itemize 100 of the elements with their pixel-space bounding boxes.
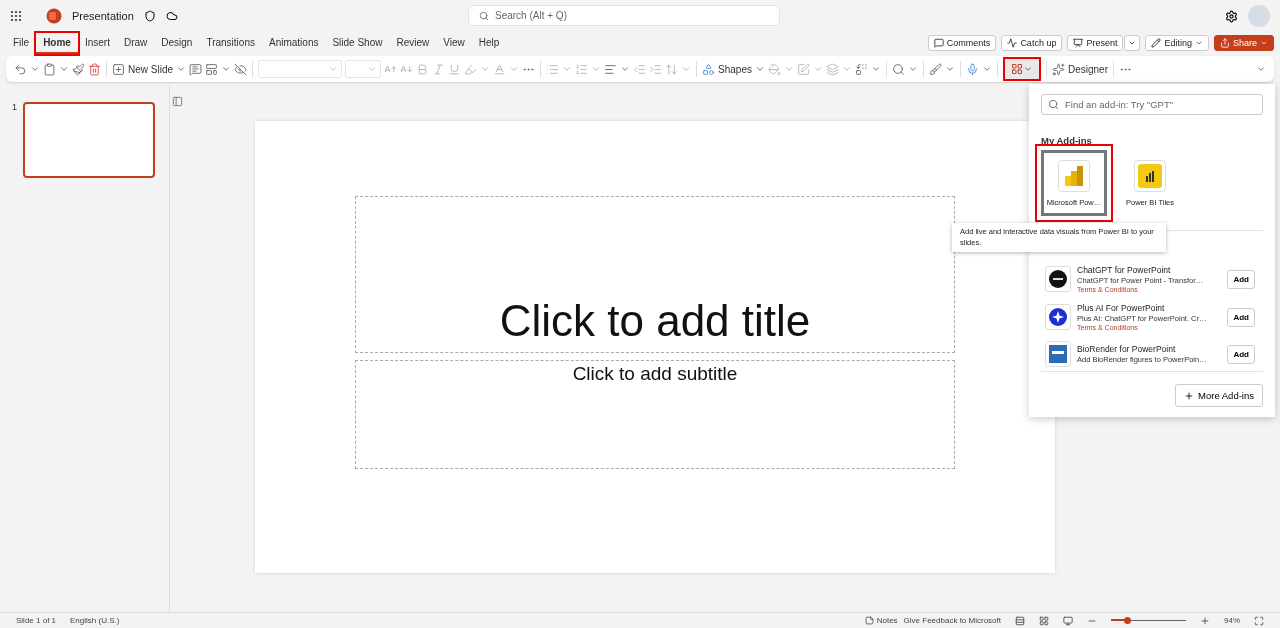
menu-tab[interactable]: Insert <box>77 32 117 54</box>
app-logo-icon <box>46 8 62 24</box>
chevron-down-icon <box>328 64 339 74</box>
indent-icon[interactable] <box>649 62 663 76</box>
note-icon <box>864 616 874 625</box>
projector-icon <box>1073 38 1084 48</box>
bold-icon[interactable] <box>416 62 430 76</box>
search-icon[interactable] <box>891 62 905 76</box>
font-color-icon[interactable] <box>493 62 507 76</box>
language[interactable]: English (U.S.) <box>70 616 120 625</box>
document-title[interactable]: Presentation <box>72 10 134 22</box>
designer-button[interactable]: Designer <box>1067 63 1108 75</box>
underline-icon[interactable] <box>448 62 462 76</box>
menu-tab[interactable]: Design <box>154 32 200 54</box>
outdent-icon[interactable] <box>633 62 647 76</box>
clipboard-icon[interactable] <box>43 62 56 76</box>
menu-tab[interactable]: Transitions <box>199 32 262 54</box>
trash-icon[interactable] <box>88 62 101 76</box>
spacing-icon[interactable] <box>665 62 679 76</box>
zoom-in-icon[interactable] <box>1200 615 1210 626</box>
fill-icon[interactable] <box>767 62 781 76</box>
notes-button[interactable]: Notes <box>864 616 898 625</box>
search-field[interactable]: Search (Alt + Q) <box>468 5 780 26</box>
add-in-search-field[interactable]: Find an add-in: Try "GPT" <box>1041 94 1263 115</box>
new-slide-icon[interactable] <box>112 62 125 76</box>
shapes-button[interactable]: Shapes <box>718 63 752 75</box>
add-button[interactable]: Add <box>1227 344 1255 364</box>
hide-icon[interactable] <box>234 62 248 76</box>
subtitle-placeholder[interactable]: Click to add subtitle <box>355 360 955 469</box>
italic-icon[interactable] <box>432 62 446 76</box>
cloud-icon[interactable] <box>165 10 178 22</box>
action-button[interactable]: Editing <box>1145 35 1209 51</box>
highlighter-icon[interactable] <box>464 62 478 76</box>
add-ins-button[interactable] <box>1002 57 1041 81</box>
microphone-icon[interactable] <box>965 62 979 76</box>
fit-icon[interactable] <box>1254 615 1264 626</box>
shapes-icon[interactable] <box>702 62 716 76</box>
undo-icon[interactable] <box>14 62 27 76</box>
compass-icon <box>1049 308 1067 326</box>
action-button[interactable]: Share <box>1213 35 1274 51</box>
replace-icon[interactable] <box>854 62 868 76</box>
chevron-down-icon[interactable] <box>870 64 881 74</box>
app-launcher-icon[interactable] <box>10 10 22 22</box>
action-button[interactable]: Present <box>1067 35 1124 51</box>
paintbrush-icon[interactable] <box>72 62 85 76</box>
slideshow-icon[interactable] <box>1063 615 1073 626</box>
menu-tab[interactable]: Slide Show <box>325 32 390 54</box>
bar-chart-icon <box>1065 165 1083 186</box>
sorter-view-icon[interactable] <box>1039 615 1049 626</box>
chevron-down-icon[interactable] <box>1194 39 1203 47</box>
new-slide-button[interactable]: New Slide <box>128 63 174 75</box>
chevron-down-icon[interactable] <box>30 64 40 74</box>
layout-icon[interactable] <box>205 62 219 76</box>
numbering-icon[interactable] <box>575 62 589 76</box>
slide-number: 1 <box>12 102 17 112</box>
chevron-down-icon[interactable] <box>944 64 955 74</box>
more-add-ins-button[interactable]: More Add-ins <box>1175 384 1263 407</box>
menu-tab[interactable]: Home <box>36 32 78 54</box>
chevron-down-icon[interactable] <box>981 64 992 74</box>
chevron-down-icon <box>367 64 378 74</box>
chevron-down-icon[interactable] <box>620 64 631 74</box>
chevron-down-icon[interactable] <box>221 64 232 74</box>
menu-tab[interactable]: File <box>6 32 37 54</box>
designer-icon[interactable] <box>1051 62 1065 76</box>
shield-icon[interactable] <box>143 10 156 22</box>
chevron-down-icon[interactable] <box>907 64 918 74</box>
slide-count: Slide 1 of 1 <box>16 616 57 625</box>
settings-icon[interactable] <box>1225 9 1238 23</box>
bullets-icon[interactable] <box>546 62 560 76</box>
dropdown-button[interactable] <box>1124 35 1141 51</box>
chevron-down-icon[interactable] <box>1256 64 1266 74</box>
comment-icon[interactable] <box>189 62 203 76</box>
zoom-level[interactable]: 94% <box>1224 616 1240 625</box>
slide-thumbnail[interactable] <box>23 102 155 178</box>
arrange-icon[interactable] <box>825 62 839 76</box>
add-button[interactable]: Add <box>1227 269 1255 289</box>
chevron-down-icon[interactable] <box>1260 39 1268 47</box>
align-icon[interactable] <box>604 62 618 76</box>
brush-icon[interactable] <box>928 62 942 76</box>
slide-title: Click to add title <box>499 296 811 347</box>
zoom-thumb[interactable] <box>1123 617 1131 624</box>
pencil-icon <box>1151 38 1162 48</box>
normal-view-icon[interactable] <box>1015 615 1025 626</box>
chevron-down-icon[interactable] <box>754 64 765 74</box>
menu-tab[interactable]: Review <box>389 32 437 54</box>
menu-tab[interactable]: View <box>436 32 472 54</box>
feedback-link[interactable]: Give Feedback to Microsoft <box>903 616 1001 625</box>
gpt-logo-icon <box>1049 270 1067 288</box>
slide-subtitle: Click to add subtitle <box>572 362 738 386</box>
outline-icon[interactable] <box>796 62 810 76</box>
add-button[interactable]: Add <box>1227 307 1255 327</box>
menu-tab[interactable]: Draw <box>116 32 155 54</box>
chevron-down-icon[interactable] <box>59 64 69 74</box>
menu-tab[interactable]: Help <box>471 32 507 54</box>
menu-tab[interactable]: Animations <box>261 32 326 54</box>
panel-toggle-icon[interactable] <box>172 96 183 107</box>
action-button[interactable]: Comments <box>927 35 997 51</box>
chevron-down-icon[interactable] <box>176 64 187 74</box>
action-button[interactable]: Catch up <box>1001 35 1063 51</box>
plus-icon <box>1184 390 1194 401</box>
